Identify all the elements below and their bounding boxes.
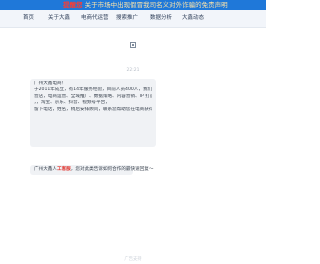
top-banner[interactable]: 提醒您 关于市场中出现假冒我司名义对外诈骗的免责声明: [0, 0, 266, 10]
banner-text: 关于市场中出现假冒我司名义对外诈骗的免责声明: [84, 1, 228, 9]
image-placeholder-icon: [130, 42, 136, 48]
banner-highlight: 提醒您: [63, 1, 83, 9]
message-highlight: 工客服: [56, 167, 71, 172]
chat-message-bubble: 广州大鑫人工客服，您对此类告诉如何合作的最快速回复～: [30, 165, 153, 175]
message-prefix: 广州大鑫人: [34, 167, 57, 172]
nav-data-analysis[interactable]: 数据分析: [150, 10, 172, 27]
chat-timestamp: 22:21: [126, 68, 140, 73]
footer-text: 广告支持: [124, 257, 142, 262]
nav-home[interactable]: 首页: [23, 10, 34, 27]
message-line: 于2011年成立，有14年服务经验，目前人员400人，我们合伙商家致力于电商服务: [34, 87, 152, 93]
nav-operation[interactable]: 电商代运营: [81, 10, 109, 27]
nav-news[interactable]: 大鑫动态: [182, 10, 204, 27]
nav-about[interactable]: 关于大鑫: [48, 10, 70, 27]
chat-message-bubble: 广州大鑫电商！ 于2011年成立，有14年服务经验，目前人员400人，我们合伙商…: [30, 79, 156, 147]
nav-search-promo[interactable]: 搜索推广: [116, 10, 138, 27]
message-suffix: ，您对此类告诉如何合作的最快速回复～: [70, 167, 154, 172]
message-line: 留下电话，姓名，稍后安排顾问，联系您帮助您在电商获得成功哦: [34, 106, 152, 112]
main-nav: 首页 关于大鑫 电商代运营 搜索推广 数据分析 大鑫动态: [0, 10, 266, 28]
disclaimer-notice[interactable]: 提醒您 关于市场中出现假冒我司名义对外诈骗的免责声明: [63, 0, 228, 10]
